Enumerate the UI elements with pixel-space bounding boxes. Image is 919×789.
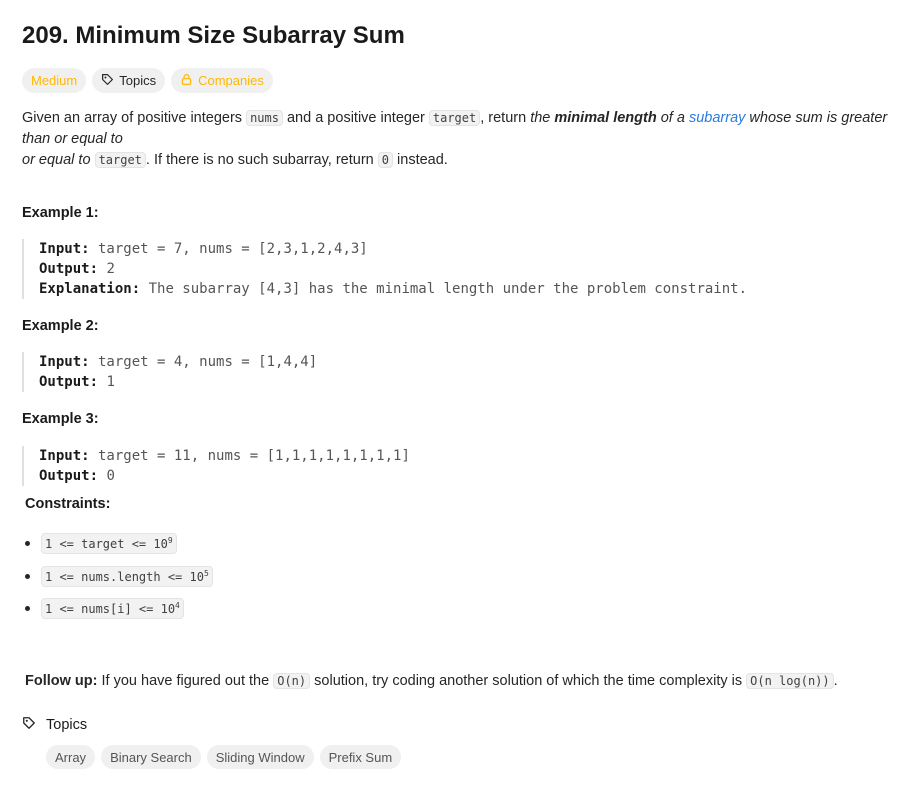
tag-icon — [101, 73, 114, 89]
constraint-code: 1 <= nums[i] <= 104 — [41, 598, 184, 619]
code-zero: 0 — [377, 152, 393, 168]
companies-button[interactable]: Companies — [171, 68, 273, 93]
code-on: O(n) — [273, 673, 311, 689]
example-block: Input: target = 11, nums = [1,1,1,1,1,1,… — [22, 446, 410, 486]
follow-up-text: If you have figured out the — [97, 673, 274, 689]
bullet — [25, 541, 30, 546]
topic-tag-binary-search[interactable]: Binary Search — [101, 745, 201, 769]
difficulty-label: Medium — [31, 73, 78, 88]
desc-bold: minimal length — [554, 110, 657, 126]
example-explanation: Explanation: The subarray [4,3] has the … — [39, 281, 748, 297]
problem-description: Given an array of positive integers nums… — [22, 110, 888, 168]
topic-tag-sliding-window[interactable]: Sliding Window — [206, 745, 314, 769]
topic-tag-array[interactable]: Array — [46, 745, 96, 769]
topics-button-label: Topics — [119, 73, 157, 88]
problem-page: 209. Minimum Size Subarray Sum Medium To… — [0, 0, 919, 789]
constraint-code: 1 <= target <= 109 — [41, 533, 177, 554]
constraint-item: 1 <= target <= 109 — [25, 533, 177, 554]
topics-button[interactable]: Topics — [92, 68, 166, 93]
desc-text: , return — [480, 110, 531, 126]
follow-up-text: solution, try coding another solution of… — [310, 673, 747, 689]
example-input: Input: target = 7, nums = [2,3,1,2,4,3] — [39, 241, 368, 257]
example-heading: Example 3: — [22, 411, 99, 427]
bullet — [25, 574, 30, 579]
bullet — [25, 606, 30, 611]
problem-tags: Medium Topics Companies — [22, 68, 273, 93]
example-block: Input: target = 4, nums = [1,4,4] Output… — [22, 352, 317, 392]
desc-text: instead. — [393, 152, 448, 168]
example-heading: Example 2: — [22, 318, 99, 334]
follow-up-text: . — [833, 673, 838, 689]
code-target: target — [428, 110, 481, 126]
example-block: Input: target = 7, nums = [2,3,1,2,4,3] … — [22, 239, 747, 299]
example-output: Output: 1 — [39, 374, 115, 390]
tag-icon — [22, 716, 36, 734]
code-onlogn: O(n log(n)) — [746, 673, 834, 689]
constraint-code: 1 <= nums.length <= 105 — [41, 566, 213, 587]
constraint-item: 1 <= nums.length <= 105 — [25, 566, 213, 587]
companies-button-label: Companies — [198, 73, 264, 88]
topic-tag-list: Array Binary Search Sliding Window Prefi… — [46, 745, 402, 769]
desc-italic: of a — [656, 110, 689, 126]
topics-section-toggle[interactable]: Topics — [22, 716, 87, 734]
subarray-link[interactable]: subarray — [689, 110, 745, 126]
follow-up: Follow up: If you have figured out the O… — [25, 671, 838, 692]
difficulty-badge: Medium — [22, 68, 87, 93]
example-input: Input: target = 4, nums = [1,4,4] — [39, 354, 318, 370]
code-target: target — [94, 152, 146, 168]
example-heading: Example 1: — [22, 205, 99, 221]
example-output: Output: 0 — [39, 468, 115, 484]
desc-text — [91, 152, 95, 168]
desc-text: . If there is no such subarray, return — [145, 152, 378, 168]
desc-italic: the — [530, 110, 555, 126]
constraint-item: 1 <= nums[i] <= 104 — [25, 598, 184, 619]
code-nums: nums — [246, 110, 283, 126]
problem-title: 209. Minimum Size Subarray Sum — [22, 22, 405, 49]
example-input: Input: target = 11, nums = [1,1,1,1,1,1,… — [39, 448, 410, 464]
desc-text: and a positive integer — [282, 110, 429, 126]
follow-up-label: Follow up: — [25, 673, 98, 689]
constraints-heading: Constraints: — [25, 496, 111, 512]
topics-section-label: Topics — [46, 717, 88, 733]
topic-tag-prefix-sum[interactable]: Prefix Sum — [319, 745, 402, 769]
example-output: Output: 2 — [39, 261, 115, 277]
lock-icon — [180, 73, 193, 89]
desc-text: Given an array of positive integers — [22, 110, 247, 126]
